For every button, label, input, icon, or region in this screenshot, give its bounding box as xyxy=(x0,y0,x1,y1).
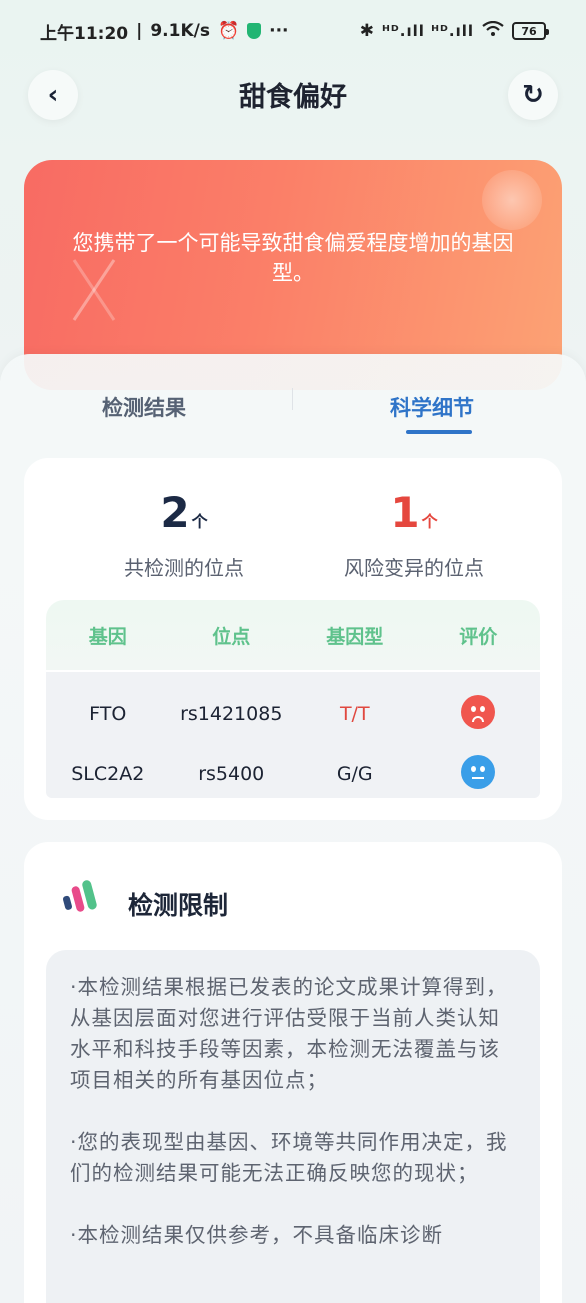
stat-total-value: 2 xyxy=(160,488,190,537)
more-notifications: ··· xyxy=(269,21,289,41)
status-time: 上午11:20 xyxy=(40,23,129,44)
stat-total-unit: 个 xyxy=(191,512,208,531)
sad-face-icon xyxy=(461,694,496,729)
column-header-evaluation: 评价 xyxy=(459,625,498,648)
stat-total-sites: 2个 共检测的位点 xyxy=(74,488,294,581)
table-header: 基因 位点 基因型 评价 xyxy=(46,600,540,670)
status-bar: 上午11:20 | 9.1K/s ⏰ ··· ✱ ᴴᴰ.ıll ᴴᴰ.ıll 7… xyxy=(0,0,586,62)
chevron-left-icon: ‹ xyxy=(47,80,59,110)
table-body: FTO rs1421085 T/T SLC2A2 rs5400 G/G xyxy=(46,672,540,798)
refresh-button[interactable]: ↻ xyxy=(508,70,558,120)
limits-title: 检测限制 xyxy=(128,891,229,920)
status-right: ✱ ᴴᴰ.ıll ᴴᴰ.ıll 76 xyxy=(359,20,549,42)
cell-evaluation xyxy=(417,754,541,794)
nav-header: ‹ 甜食偏好 ↻ xyxy=(0,62,586,126)
cell-gene: FTO xyxy=(89,703,127,725)
table-row: FTO rs1421085 T/T xyxy=(46,684,540,744)
stat-risk-value: 1 xyxy=(390,488,420,537)
banner-glow-decoration xyxy=(482,170,542,230)
signal-icon: ᴴᴰ.ıll ᴴᴰ.ıll xyxy=(382,22,474,40)
table-row: SLC2A2 rs5400 G/G xyxy=(46,744,540,804)
shield-icon xyxy=(247,23,262,39)
banner-text: 您携带了一个可能导致甜食偏爱程度增加的基因型。 xyxy=(72,231,514,285)
limits-content: ·本检测结果根据已发表的论文成果计算得到，从基因层面对您进行评估受限于当前人类认… xyxy=(46,950,540,1303)
limits-paragraph: ·您的表现型由基因、环境等共同作用决定，我们的检测结果可能无法正确反映您的现状； xyxy=(70,1130,508,1185)
cell-genotype: G/G xyxy=(336,763,373,785)
limits-paragraph: ·本检测结果仅供参考，不具备临床诊断 xyxy=(70,1223,444,1247)
limits-card: 检测限制 ·本检测结果根据已发表的论文成果计算得到，从基因层面对您进行评估受限于… xyxy=(24,842,562,1303)
cell-site: rs5400 xyxy=(198,763,265,785)
cell-evaluation xyxy=(417,694,541,734)
tab-science-detail[interactable]: 科学细节 xyxy=(390,392,474,422)
stat-risk-unit: 个 xyxy=(421,512,438,531)
megaphone-icon xyxy=(62,880,97,912)
tab-bar: 检测结果 科学细节 xyxy=(0,354,586,454)
page-title: 甜食偏好 xyxy=(239,81,347,113)
stat-risk-label: 风险变异的位点 xyxy=(344,556,484,580)
neutral-face-icon xyxy=(461,754,496,789)
cell-site: rs1421085 xyxy=(180,703,283,725)
tab-result[interactable]: 检测结果 xyxy=(102,392,186,422)
limits-paragraph: ·本检测结果根据已发表的论文成果计算得到，从基因层面对您进行评估受限于当前人类认… xyxy=(70,975,508,1092)
status-divider: | xyxy=(136,21,143,41)
refresh-icon: ↻ xyxy=(522,80,544,110)
status-speed: 9.1K/s xyxy=(150,21,210,41)
dna-icon xyxy=(72,259,116,321)
stat-total-label: 共检测的位点 xyxy=(124,556,244,580)
bluetooth-icon: ✱ xyxy=(359,21,375,41)
active-tab-indicator xyxy=(406,430,472,434)
tab-divider xyxy=(292,388,293,410)
result-card: 2个 共检测的位点 1个 风险变异的位点 基因 位点 基因型 评价 FTO rs… xyxy=(24,458,562,820)
cell-gene: SLC2A2 xyxy=(71,763,145,785)
status-left: 上午11:20 | 9.1K/s ⏰ ··· xyxy=(40,19,289,44)
column-header-gene: 基因 xyxy=(88,625,127,648)
stat-risk-sites: 1个 风险变异的位点 xyxy=(304,488,524,581)
alarm-icon: ⏰ xyxy=(217,21,240,41)
back-button[interactable]: ‹ xyxy=(28,70,78,120)
battery-icon: 76 xyxy=(512,22,549,40)
column-header-site: 位点 xyxy=(212,625,251,648)
cell-genotype: T/T xyxy=(339,703,370,725)
column-header-genotype: 基因型 xyxy=(326,625,384,648)
wifi-icon xyxy=(482,20,504,42)
